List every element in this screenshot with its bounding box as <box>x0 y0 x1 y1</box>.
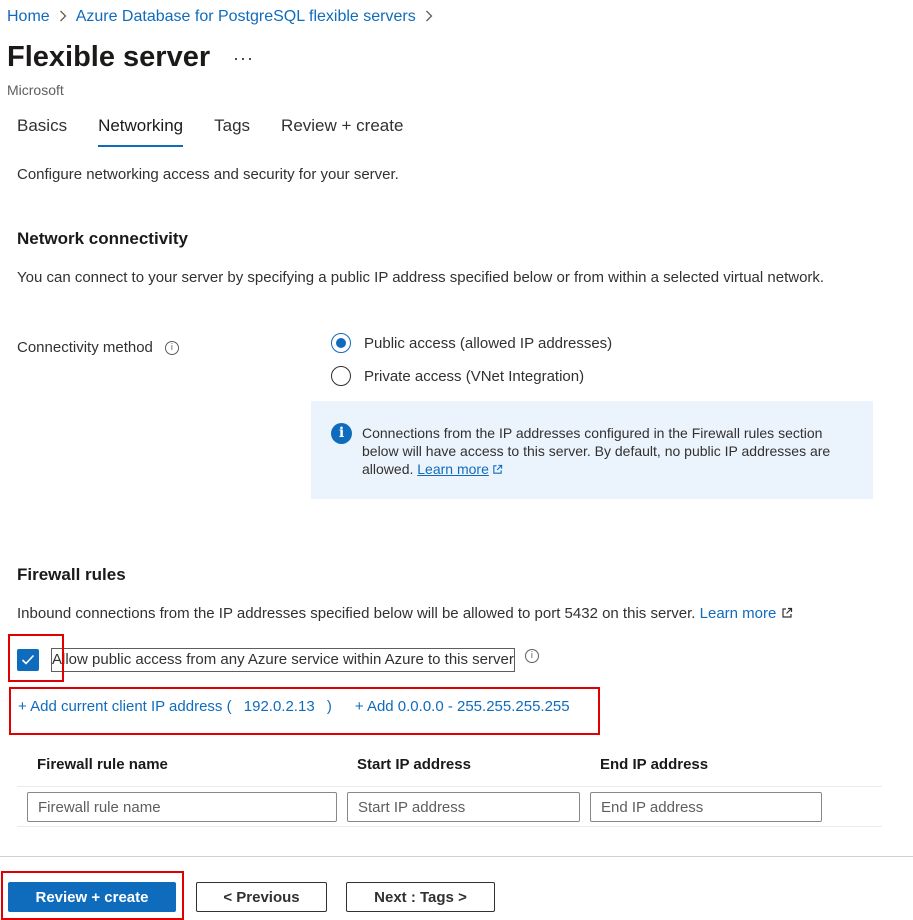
info-message-bar: i Connections from the IP addresses conf… <box>311 401 873 499</box>
radio-label: Public access (allowed IP addresses) <box>364 334 613 352</box>
breadcrumb-home-link[interactable]: Home <box>7 8 50 26</box>
page-title: Flexible server <box>7 41 211 73</box>
external-link-icon <box>493 464 503 474</box>
radio-button[interactable] <box>331 333 351 353</box>
chevron-right-icon <box>59 9 67 25</box>
tab-review-create[interactable]: Review + create <box>281 116 403 147</box>
info-filled-icon: i <box>331 423 352 444</box>
end-ip-input[interactable] <box>590 792 822 822</box>
connectivity-method-label: Connectivity method <box>17 339 153 356</box>
start-ip-input[interactable] <box>347 792 580 822</box>
radio-label: Private access (VNet Integration) <box>364 367 585 385</box>
external-link-icon <box>782 607 793 618</box>
chevron-right-icon <box>425 9 433 25</box>
radio-public-access[interactable]: Public access (allowed IP addresses) <box>331 333 612 353</box>
firewall-learn-more-link[interactable]: Learn more <box>700 605 794 622</box>
more-options-icon[interactable]: ··· <box>233 48 254 69</box>
radio-private-access[interactable]: Private access (VNet Integration) <box>331 366 584 386</box>
column-header-end-ip: End IP address <box>600 756 709 773</box>
firewall-description: Inbound connections from the IP addresse… <box>17 603 793 625</box>
info-message: Connections from the IP addresses config… <box>362 424 862 478</box>
breadcrumb: Home Azure Database for PostgreSQL flexi… <box>7 8 442 26</box>
connectivity-method-row: Connectivity method i <box>17 339 179 356</box>
tab-tags[interactable]: Tags <box>214 116 250 147</box>
column-header-rule-name: Firewall rule name <box>37 756 168 773</box>
firewall-table-header: Firewall rule name Start IP address End … <box>17 750 882 787</box>
allow-azure-services-label[interactable]: Allow public access from any Azure servi… <box>51 648 515 672</box>
allow-azure-services-row: Allow public access from any Azure servi… <box>17 648 539 672</box>
previous-button[interactable]: < Previous <box>196 882 327 912</box>
highlight-box-add-ip <box>9 687 600 735</box>
intro-text: Configure networking access and security… <box>17 166 399 183</box>
network-connectivity-heading: Network connectivity <box>17 229 188 248</box>
publisher-label: Microsoft <box>7 82 64 98</box>
firewall-rule-name-input[interactable] <box>27 792 337 822</box>
network-connectivity-description: You can connect to your server by specif… <box>17 269 825 286</box>
firewall-rules-heading: Firewall rules <box>17 565 126 584</box>
firewall-table-row <box>17 786 882 827</box>
footer-divider <box>0 856 913 857</box>
tab-networking[interactable]: Networking <box>98 116 184 147</box>
info-icon[interactable]: i <box>164 340 179 355</box>
info-icon[interactable]: i <box>524 649 539 663</box>
next-tags-button[interactable]: Next : Tags > <box>346 882 495 912</box>
learn-more-link[interactable]: Learn more <box>417 461 503 477</box>
column-header-start-ip: Start IP address <box>357 756 471 773</box>
highlight-box-review-create <box>1 871 184 920</box>
tab-bar: Basics Networking Tags Review + create <box>17 116 434 147</box>
breadcrumb-service-link[interactable]: Azure Database for PostgreSQL flexible s… <box>76 8 416 26</box>
radio-button[interactable] <box>331 366 351 386</box>
highlight-box-checkbox <box>8 634 64 682</box>
tab-basics[interactable]: Basics <box>17 116 67 147</box>
